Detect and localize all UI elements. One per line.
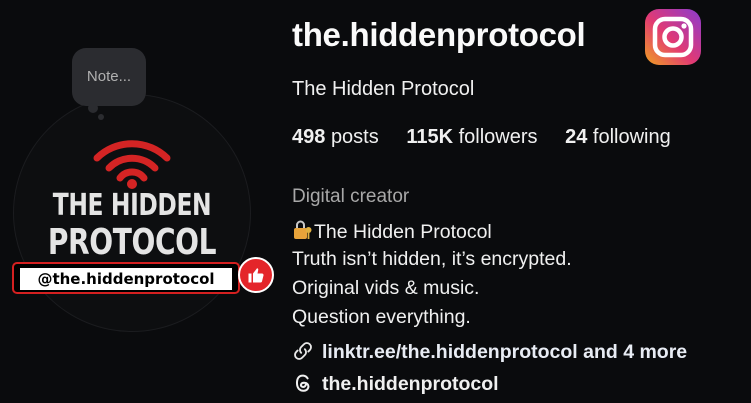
note-placeholder: Note...: [86, 68, 132, 85]
posts-count: 498: [292, 126, 326, 148]
followers-count: 115K: [406, 126, 454, 148]
following-count: 24: [565, 126, 588, 148]
bio-line-4: Question everything.: [292, 306, 471, 328]
bio-text-1: The Hidden Protocol: [314, 221, 492, 243]
profile-full-name: The Hidden Protocol: [292, 78, 475, 100]
posts-label: posts: [330, 126, 379, 148]
note-bubble-tail-small: [98, 114, 104, 120]
thumbs-up-icon: [238, 257, 274, 293]
profile-username: the.hiddenprotocol: [292, 16, 586, 53]
bio-line-2: Truth isn’t hidden, it’s encrypted.: [292, 248, 572, 270]
bio-line-1: The Hidden Protocol: [292, 220, 492, 244]
profile-category: Digital creator: [292, 186, 410, 207]
avatar-logo-line1: THE HIDDEN: [52, 188, 212, 223]
note-bubble-tail: [88, 103, 98, 113]
note-bubble[interactable]: Note...: [72, 48, 146, 106]
threads-handle: the.hiddenprotocol: [322, 373, 499, 395]
locked-key-icon: [294, 220, 312, 239]
following-stat[interactable]: 24 following: [565, 126, 671, 148]
following-label: following: [592, 126, 671, 148]
external-link-text: linktr.ee/the.hiddenprotocol and 4 more: [322, 341, 688, 363]
profile-stats: 498 posts 115K followers 24 following: [292, 126, 693, 149]
followers-label: followers: [458, 126, 538, 148]
instagram-icon: [645, 9, 701, 65]
external-link[interactable]: linktr.ee/the.hiddenprotocol and 4 more: [292, 340, 687, 364]
bio-line-3: Original vids & music.: [292, 277, 480, 299]
handle-badge-text: @the.hiddenprotocol: [20, 268, 232, 290]
threads-icon: [295, 374, 310, 392]
posts-stat[interactable]: 498 posts: [292, 126, 379, 148]
link-icon: [294, 342, 312, 360]
threads-link[interactable]: the.hiddenprotocol: [292, 372, 499, 396]
handle-badge: @the.hiddenprotocol: [12, 262, 240, 294]
followers-stat[interactable]: 115K followers: [406, 126, 537, 148]
avatar-logo-line2: PROTOCOL: [47, 222, 217, 263]
profile-avatar[interactable]: THE HIDDEN PROTOCOL: [13, 94, 251, 332]
